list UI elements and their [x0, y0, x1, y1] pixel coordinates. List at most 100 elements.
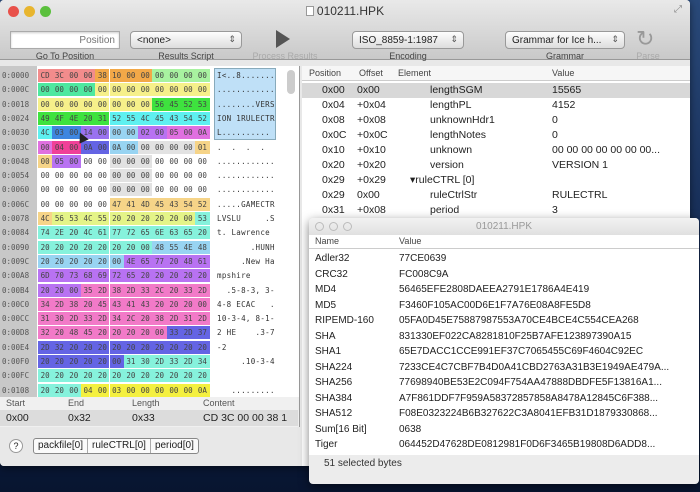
- column-name[interactable]: Name: [315, 236, 339, 246]
- hex-byte[interactable]: 20: [195, 340, 210, 354]
- hex-byte[interactable]: 00: [138, 183, 153, 197]
- hex-byte[interactable]: 20: [38, 383, 53, 397]
- hex-byte[interactable]: 00: [166, 169, 181, 183]
- hex-byte[interactable]: 68: [80, 269, 96, 283]
- hex-byte[interactable]: 61: [95, 226, 110, 240]
- hex-byte[interactable]: 00: [181, 126, 196, 140]
- hex-byte[interactable]: 48: [66, 326, 81, 340]
- hex-byte[interactable]: 53: [195, 97, 210, 111]
- hex-byte[interactable]: 63: [166, 226, 181, 240]
- hex-byte[interactable]: 20: [38, 254, 53, 268]
- hex-byte[interactable]: 32: [52, 340, 67, 354]
- hash-row[interactable]: SHA 831330EF022CA8281810F25B7AFE123897390…: [309, 329, 699, 344]
- hex-byte[interactable]: 77: [152, 254, 167, 268]
- hex-byte[interactable]: 20: [109, 326, 124, 340]
- hex-byte[interactable]: 33: [166, 355, 181, 368]
- hash-row[interactable]: Tiger 064452D47628DE0812981F0D6F3465B1980…: [309, 437, 699, 452]
- hex-byte[interactable]: 53: [195, 212, 210, 225]
- hex-byte[interactable]: 00: [52, 197, 67, 211]
- hex-byte[interactable]: 20: [195, 369, 210, 383]
- hex-byte[interactable]: 20: [181, 297, 196, 311]
- hex-byte[interactable]: 00: [123, 83, 139, 97]
- hex-byte[interactable]: 00: [195, 83, 210, 97]
- hex-byte[interactable]: 00: [38, 154, 53, 168]
- hex-byte[interactable]: 00: [195, 297, 210, 311]
- hex-byte[interactable]: 00: [123, 169, 139, 183]
- hex-byte[interactable]: 00: [109, 254, 124, 268]
- hex-byte[interactable]: 20: [166, 283, 181, 297]
- hex-byte[interactable]: 49: [38, 111, 53, 125]
- hex-byte[interactable]: 0A: [109, 140, 124, 154]
- help-button[interactable]: ?: [9, 439, 23, 453]
- hex-byte[interactable]: 00: [138, 97, 153, 111]
- hex-byte[interactable]: 00: [152, 169, 167, 183]
- hex-byte[interactable]: 20: [138, 312, 153, 326]
- hex-byte[interactable]: 2D: [166, 312, 181, 326]
- hex-byte[interactable]: 20: [95, 340, 110, 354]
- hex-byte[interactable]: 00: [52, 169, 67, 183]
- hex-byte[interactable]: 00: [66, 97, 81, 111]
- hex-byte[interactable]: 20: [38, 283, 53, 297]
- hex-byte[interactable]: 20: [166, 254, 181, 268]
- hex-byte[interactable]: 20: [181, 369, 196, 383]
- hex-byte[interactable]: 00: [38, 83, 53, 97]
- hex-byte[interactable]: 00: [109, 355, 124, 368]
- hex-byte[interactable]: 73: [66, 269, 81, 283]
- hex-byte[interactable]: 20: [166, 369, 181, 383]
- result-row[interactable]: 0x08 +0x08 unknownHdr1 0: [302, 113, 690, 128]
- hex-byte[interactable]: 00: [38, 169, 53, 183]
- hex-byte[interactable]: 43: [138, 297, 153, 311]
- hex-byte[interactable]: 74: [38, 226, 53, 240]
- hex-byte[interactable]: 2D: [38, 340, 53, 354]
- hex-byte[interactable]: 20: [52, 355, 67, 368]
- hash-row[interactable]: Adler32 77CE0639: [309, 251, 699, 266]
- hex-byte[interactable]: 00: [95, 383, 110, 397]
- hash-row[interactable]: SHA224 7233CE4C7CBF7B4D0A41CBD2763A31B3E1…: [309, 360, 699, 375]
- hex-byte[interactable]: 20: [95, 355, 110, 368]
- hex-byte[interactable]: 04: [52, 140, 67, 154]
- hex-byte[interactable]: 00: [109, 83, 124, 97]
- hex-byte[interactable]: 00: [123, 183, 139, 197]
- hex-byte[interactable]: 38: [109, 283, 124, 297]
- hex-byte[interactable]: 4C: [38, 126, 53, 140]
- hex-byte[interactable]: 00: [95, 197, 110, 211]
- hex-byte[interactable]: 4F: [52, 111, 67, 125]
- hex-byte[interactable]: 20: [109, 240, 124, 254]
- hex-byte[interactable]: 00: [123, 140, 139, 154]
- hex-byte[interactable]: 43: [166, 197, 181, 211]
- hex-byte[interactable]: 00: [80, 154, 96, 168]
- result-row[interactable]: 0x31 +0x08 period 3: [302, 203, 690, 218]
- hex-byte[interactable]: 00: [152, 126, 167, 140]
- hex-byte[interactable]: 00: [38, 97, 53, 111]
- hex-byte[interactable]: 20: [152, 297, 167, 311]
- hash-row[interactable]: RIPEMD-160 05FA0D45E75887987553A70CE4BCE4…: [309, 313, 699, 328]
- hex-byte[interactable]: 00: [66, 154, 81, 168]
- hex-byte[interactable]: 20: [123, 369, 139, 383]
- hex-byte[interactable]: 20: [80, 254, 96, 268]
- hex-byte[interactable]: 20: [95, 254, 110, 268]
- hex-byte[interactable]: 00: [123, 97, 139, 111]
- hex-byte[interactable]: 20: [138, 326, 153, 340]
- hex-byte[interactable]: 00: [181, 383, 196, 397]
- hex-byte[interactable]: 00: [80, 197, 96, 211]
- fullscreen-icon[interactable]: ⤢: [674, 4, 682, 15]
- hex-byte[interactable]: 20: [95, 369, 110, 383]
- hex-byte[interactable]: 00: [95, 126, 110, 140]
- hex-byte[interactable]: 2D: [195, 312, 210, 326]
- hex-byte[interactable]: 00: [66, 169, 81, 183]
- column-offset[interactable]: Offset: [359, 68, 383, 78]
- hex-byte[interactable]: 43: [109, 297, 124, 311]
- hex-byte[interactable]: 6D: [38, 269, 53, 283]
- hex-byte[interactable]: 20: [38, 240, 53, 254]
- hex-byte[interactable]: 77: [109, 226, 124, 240]
- hex-byte[interactable]: 00: [80, 183, 96, 197]
- hex-byte[interactable]: 20: [123, 212, 139, 225]
- hex-byte[interactable]: 20: [109, 212, 124, 225]
- hex-byte[interactable]: 20: [138, 212, 153, 225]
- hex-byte[interactable]: 32: [38, 326, 53, 340]
- hex-byte[interactable]: 20: [38, 355, 53, 368]
- hex-byte[interactable]: 00: [152, 154, 167, 168]
- zoom-button[interactable]: [343, 222, 352, 231]
- hex-byte[interactable]: 00: [166, 83, 181, 97]
- hex-byte[interactable]: 54: [181, 111, 196, 125]
